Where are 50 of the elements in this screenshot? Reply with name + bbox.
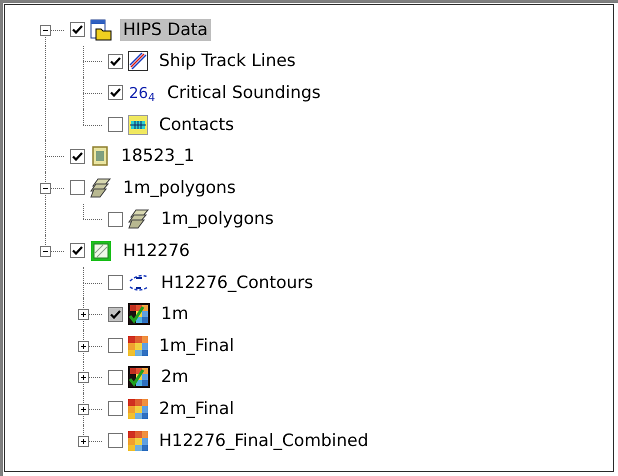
- layer-label[interactable]: H12276_Final_Combined: [156, 430, 372, 452]
- expand-toggle[interactable]: [78, 309, 89, 320]
- layer-checkbox[interactable]: [70, 148, 85, 164]
- layer-label[interactable]: 18523_1: [118, 145, 198, 168]
- layer-label[interactable]: HIPS Data: [120, 18, 211, 41]
- surface-check-icon: [128, 366, 150, 388]
- image-layer-icon: [90, 146, 110, 166]
- layer-checkbox[interactable]: [108, 54, 123, 69]
- expand-toggle[interactable]: [78, 340, 89, 352]
- expand-toggle[interactable]: [78, 404, 89, 415]
- survey-icon: [90, 240, 112, 262]
- layer-label[interactable]: 1m_polygons: [120, 176, 239, 199]
- surface-check-icon: [128, 303, 150, 326]
- layer-label[interactable]: 2m: [158, 366, 192, 388]
- layer-label[interactable]: 2m_Final: [156, 398, 238, 420]
- layer-label[interactable]: Critical Soundings: [164, 82, 324, 104]
- layer-checkbox[interactable]: [108, 401, 123, 416]
- layer-checkbox[interactable]: [108, 85, 123, 100]
- layer-checkbox[interactable]: [108, 306, 123, 322]
- layer-label[interactable]: Contacts: [156, 114, 237, 136]
- expand-toggle[interactable]: [78, 372, 89, 384]
- polygons-icon: [128, 208, 150, 230]
- collapse-toggle[interactable]: [40, 24, 51, 36]
- layer-label[interactable]: Ship Track Lines: [156, 50, 299, 72]
- layer-checkbox[interactable]: [70, 243, 85, 258]
- layer-checkbox[interactable]: [108, 117, 123, 132]
- layer-checkbox[interactable]: [70, 22, 85, 38]
- soundings-icon: 26$_{4}$: [128, 80, 156, 105]
- surface-grid-icon: [128, 398, 148, 419]
- expand-toggle[interactable]: [78, 436, 89, 447]
- contacts-icon: [128, 114, 148, 135]
- surface-grid-icon: [128, 430, 148, 451]
- surface-grid-icon: [128, 336, 148, 356]
- layer-label[interactable]: H12276: [120, 240, 193, 262]
- layer-label[interactable]: 1m_Final: [156, 334, 238, 357]
- contours-icon: [128, 272, 150, 293]
- layer-checkbox[interactable]: [108, 338, 123, 354]
- layer-label[interactable]: 1m_polygons: [158, 208, 277, 230]
- collapse-toggle[interactable]: [40, 182, 51, 194]
- layer-label[interactable]: H12276_Contours: [158, 272, 316, 294]
- layer-checkbox[interactable]: [108, 275, 123, 290]
- polygons-icon: [90, 176, 112, 199]
- layer-checkbox[interactable]: [108, 370, 123, 385]
- layer-checkbox[interactable]: [70, 180, 85, 196]
- collapse-toggle[interactable]: [40, 246, 51, 257]
- layer-checkbox[interactable]: [108, 433, 123, 448]
- track-lines-icon: [128, 51, 148, 72]
- folder-icon: [90, 18, 112, 41]
- layer-checkbox[interactable]: [108, 212, 123, 227]
- layer-label[interactable]: 1m: [158, 303, 192, 326]
